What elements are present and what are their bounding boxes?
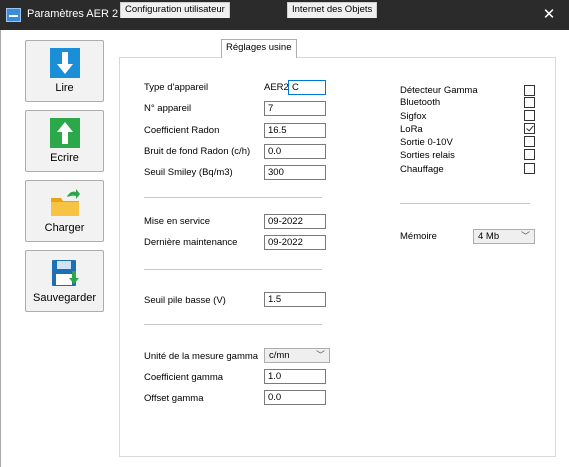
arrow-up-icon (49, 118, 80, 148)
memory-value: 4 Mb (478, 231, 500, 242)
option-gamma-label: Détecteur Gamma (400, 85, 478, 96)
tab-user-config[interactable]: Configuration utilisateur (120, 2, 230, 18)
last-maintenance-label: Dernière maintenance (144, 237, 238, 248)
write-button[interactable]: Ecrire (25, 110, 104, 172)
device-number-input[interactable]: 7 (264, 101, 326, 116)
commissioning-input[interactable]: 09-2022 (264, 214, 326, 229)
close-button[interactable]: ✕ (529, 0, 569, 30)
check-icon (526, 123, 534, 132)
title-bar: Paramètres AER 2 ✕ (0, 0, 569, 30)
option-analog-checkbox[interactable] (524, 136, 535, 147)
option-relay-label: Sorties relais (400, 150, 455, 161)
gamma-unit-value: c/mn (269, 350, 290, 361)
option-relay-checkbox[interactable] (524, 149, 535, 160)
arrow-down-icon (49, 48, 80, 78)
gamma-offset-input[interactable]: 0.0 (264, 390, 326, 405)
read-button-label: Lire (55, 82, 74, 94)
app-icon (6, 8, 21, 22)
folder-icon (50, 189, 80, 216)
load-button-label: Charger (44, 222, 85, 234)
memory-select[interactable]: 4 Mb ﹀ (473, 229, 535, 244)
chevron-down-icon: ﹀ (315, 350, 325, 360)
separator (144, 269, 322, 270)
load-button[interactable]: Charger (25, 180, 104, 242)
memory-label: Mémoire (400, 231, 437, 242)
option-lora-label: LoRa (400, 124, 423, 135)
chevron-down-icon: ﹀ (520, 231, 530, 241)
smiley-threshold-label: Seuil Smiley (Bq/m3) (144, 167, 233, 178)
gamma-unit-label: Unité de la mesure gamma (144, 351, 259, 362)
last-maintenance-input[interactable]: 09-2022 (264, 235, 326, 250)
separator (400, 203, 530, 204)
option-lora-checkbox[interactable] (524, 123, 535, 134)
radon-coef-input[interactable]: 16.5 (264, 123, 326, 138)
device-number-label: N° appareil (144, 103, 192, 114)
option-heating-checkbox[interactable] (524, 163, 535, 174)
radon-coef-label: Coefficient Radon (144, 125, 220, 136)
option-sigfox-checkbox[interactable] (524, 110, 535, 121)
device-type-input[interactable]: C (288, 80, 326, 95)
smiley-threshold-input[interactable]: 300 (264, 165, 326, 180)
low-battery-label: Seuil pile basse (V) (144, 295, 226, 306)
window-title: Paramètres AER 2 (27, 8, 119, 20)
option-bluetooth-checkbox[interactable] (524, 97, 535, 108)
floppy-icon (51, 260, 79, 286)
gamma-offset-label: Offset gamma (144, 393, 204, 404)
low-battery-input[interactable]: 1.5 (264, 292, 326, 307)
device-type-label: Type d'appareil (144, 82, 209, 93)
write-button-label: Ecrire (50, 152, 79, 164)
separator (144, 324, 322, 325)
device-type-prefix: AER2 (264, 82, 289, 93)
tab-iot[interactable]: Internet des Objets (287, 2, 378, 18)
option-analog-label: Sortie 0-10V (400, 137, 453, 148)
radon-background-input[interactable]: 0.0 (264, 144, 326, 159)
gamma-coef-input[interactable]: 1.0 (264, 369, 326, 384)
save-button-label: Sauvegarder (33, 292, 96, 304)
commissioning-label: Mise en service (144, 216, 210, 227)
gamma-unit-select[interactable]: c/mn ﹀ (264, 348, 330, 363)
radon-background-label: Bruit de fond Radon (c/h) (144, 146, 251, 157)
option-sigfox-label: Sigfox (400, 111, 427, 122)
option-bluetooth-label: Bluetooth (400, 97, 441, 108)
gamma-coef-label: Coefficient gamma (144, 372, 224, 383)
save-button[interactable]: Sauvegarder (25, 250, 104, 312)
separator (144, 197, 322, 198)
tab-factory-settings[interactable]: Réglages usine (221, 39, 297, 58)
option-heating-label: Chauffage (400, 164, 444, 175)
option-gamma-checkbox[interactable] (524, 85, 535, 96)
read-button[interactable]: Lire (25, 40, 104, 102)
